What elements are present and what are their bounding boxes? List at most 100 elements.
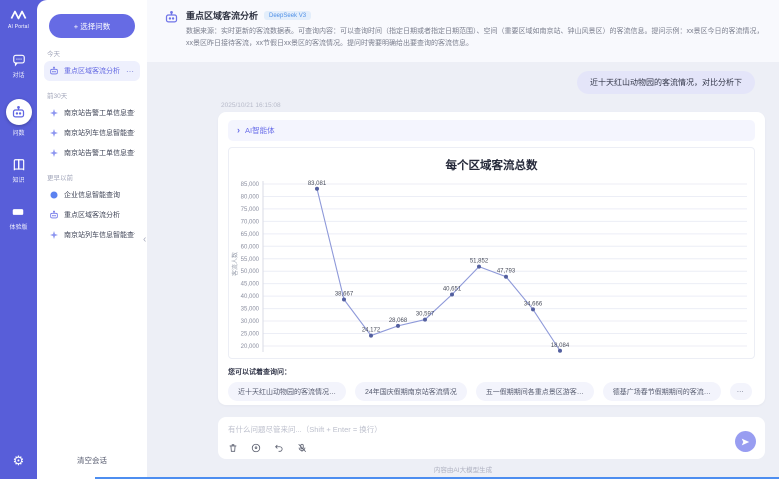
message-timestamp: 2025/10/21 16:15:08 <box>221 102 281 109</box>
rail-item-beta[interactable]: 体验版 <box>9 204 27 231</box>
robot-icon <box>49 66 59 76</box>
svg-text:75,000: 75,000 <box>241 207 260 213</box>
undo-icon[interactable] <box>274 443 284 453</box>
history-group-title: 更早以前 <box>47 172 137 182</box>
history-item[interactable]: 企业信息智能查询 <box>44 185 140 205</box>
model-badge: DeepSeek V3 <box>264 11 311 20</box>
history-item[interactable]: 重点区域客流分析 <box>44 205 140 225</box>
left-rail: AI Portal 对话问数知识体验版 ⚙ <box>0 0 37 479</box>
send-button[interactable] <box>735 431 756 452</box>
rail-item-label: 问数 <box>12 128 24 137</box>
rail-item-label: 对话 <box>12 70 24 79</box>
suggestion-pill[interactable]: 近十天红山动物园的客流情况… <box>228 382 346 401</box>
svg-text:65,000: 65,000 <box>241 232 260 238</box>
svg-text:客流人数: 客流人数 <box>231 252 239 276</box>
suggestion-pill[interactable]: 德基广场春节假期期间的客流… <box>603 382 721 401</box>
svg-text:83,081: 83,081 <box>308 181 327 187</box>
diamond-icon <box>49 148 59 158</box>
history-item-label: 重点区域客流分析 <box>64 210 120 220</box>
item-menu-button[interactable]: ⋯ <box>126 67 135 76</box>
svg-text:35,000: 35,000 <box>241 307 260 313</box>
svg-text:18,084: 18,084 <box>551 343 570 349</box>
chat-area: 近十天红山动物园的客流情况，对比分析下 2025/10/21 16:15:08 … <box>147 62 779 479</box>
svg-text:51,852: 51,852 <box>470 259 489 265</box>
suggestion-pill[interactable]: 五一假期期间各重点景区游客… <box>476 382 594 401</box>
rail-item-knowledge[interactable]: 知识 <box>11 157 26 184</box>
chart-panel: 每个区域客流总数 85,00080,00075,00070,00065,0006… <box>228 147 755 359</box>
suggestions-label: 您可以试着查询问： <box>228 367 755 377</box>
tag-icon <box>11 204 26 219</box>
input-toolbar <box>228 443 755 453</box>
diamond-icon <box>49 128 59 138</box>
app-window: AI Portal 对话问数知识体验版 ⚙ + 选择问数 今天重点区域客流分析⋯… <box>0 0 779 479</box>
suggestion-pill[interactable]: 24年国庆假期南京站客流情况 <box>355 382 467 401</box>
suggestion-pills: 近十天红山动物园的客流情况… 24年国庆假期南京站客流情况五一假期期间各重点景区游… <box>228 382 755 401</box>
history-item[interactable]: 南京站列车信息智能查询 <box>44 225 140 245</box>
agent-description: 数据来源：实时更新的客流数据表。可查询内容：可以查询时间（指定日期或者指定日期范… <box>186 26 765 50</box>
send-icon <box>741 437 750 447</box>
svg-text:55,000: 55,000 <box>241 257 260 263</box>
rail-nav: 对话问数知识体验版 <box>0 52 37 231</box>
history-item[interactable]: 重点区域客流分析 ⋯ <box>44 61 140 81</box>
agent-header: 重点区域客流分析 DeepSeek V3 数据来源：实时更新的客流数据表。可查询… <box>147 0 779 62</box>
svg-text:30,000: 30,000 <box>241 319 260 325</box>
assistant-message-card: › AI智能体 每个区域客流总数 85,00080,00075,00070,00… <box>218 112 765 405</box>
mic-off-icon[interactable] <box>297 443 307 453</box>
settings-gear-icon[interactable]: ⚙ <box>0 453 37 469</box>
robot-icon <box>49 210 59 220</box>
diamond-icon <box>49 230 59 240</box>
user-message-bubble: 近十天红山动物园的客流情况，对比分析下 <box>577 71 755 94</box>
rail-item-chat[interactable]: 对话 <box>11 52 26 79</box>
logo-icon <box>10 9 27 21</box>
flow-chart-svg: 85,00080,00075,00070,00065,00060,00055,0… <box>229 176 754 354</box>
main-area: 重点区域客流分析 DeepSeek V3 数据来源：实时更新的客流数据表。可查询… <box>147 0 779 479</box>
history-groups: 今天重点区域客流分析⋯前30天南京站告警工单信息查询南京站列车信息智能查询南京站… <box>37 48 147 245</box>
history-item[interactable]: 南京站告警工单信息查询 <box>44 143 140 163</box>
svg-text:28,068: 28,068 <box>389 318 408 324</box>
history-item-label: 南京站列车信息智能查询 <box>64 230 135 240</box>
rail-item-label: 知识 <box>12 175 24 184</box>
history-item-label: 企业信息智能查询 <box>64 190 120 200</box>
more-suggestions-button[interactable]: ⋯ <box>730 383 752 400</box>
svg-text:24,172: 24,172 <box>362 328 381 334</box>
svg-text:47,793: 47,793 <box>497 269 516 275</box>
rail-item-wenshu[interactable]: 问数 <box>6 99 32 137</box>
message-input[interactable]: 有什么问题尽管来问...（Shift + Enter = 换行） <box>228 424 755 435</box>
svg-text:25,000: 25,000 <box>241 332 260 338</box>
svg-text:70,000: 70,000 <box>241 219 260 225</box>
history-item-label: 重点区域客流分析 <box>64 66 120 76</box>
chat-bubble-icon <box>11 52 26 67</box>
history-item-label: 南京站告警工单信息查询 <box>64 148 135 158</box>
agent-avatar-icon <box>164 10 179 25</box>
svg-text:80,000: 80,000 <box>241 194 260 200</box>
ai-disclaimer: 内容由AI大模型生成 <box>147 464 779 474</box>
agent-steps-toggle[interactable]: › AI智能体 <box>228 120 755 141</box>
chart-title: 每个区域客流总数 <box>229 148 754 173</box>
diamond-icon <box>49 108 59 118</box>
select-agent-button[interactable]: + 选择问数 <box>49 14 135 38</box>
history-item[interactable]: 南京站告警工单信息查询 <box>44 103 140 123</box>
history-group-title: 今天 <box>47 48 137 58</box>
svg-text:38,667: 38,667 <box>335 291 354 297</box>
svg-text:40,651: 40,651 <box>443 287 462 293</box>
trash-icon[interactable] <box>228 443 238 453</box>
agent-title: 重点区域客流分析 <box>186 9 258 22</box>
agent-steps-label: AI智能体 <box>245 125 275 136</box>
clear-session-button[interactable]: 清空会话 <box>37 454 147 467</box>
svg-text:50,000: 50,000 <box>241 269 260 275</box>
logo-text: AI Portal <box>8 24 29 30</box>
rail-item-label: 体验版 <box>9 222 27 231</box>
svg-text:60,000: 60,000 <box>241 244 260 250</box>
chevron-right-icon: › <box>237 126 240 135</box>
circle-icon <box>49 190 59 200</box>
download-circle-icon[interactable] <box>251 443 261 453</box>
history-item[interactable]: 南京站列车信息智能查询 <box>44 123 140 143</box>
svg-text:30,597: 30,597 <box>416 312 435 318</box>
message-input-card: 有什么问题尽管来问...（Shift + Enter = 换行） <box>218 417 765 459</box>
sidebar-collapse-handle[interactable]: ‹ <box>143 234 146 245</box>
app-logo: AI Portal <box>8 9 29 30</box>
history-item-label: 南京站告警工单信息查询 <box>64 108 135 118</box>
svg-text:45,000: 45,000 <box>241 282 260 288</box>
robot-icon <box>6 99 32 125</box>
conversation-sidebar: + 选择问数 今天重点区域客流分析⋯前30天南京站告警工单信息查询南京站列车信息… <box>37 0 147 479</box>
